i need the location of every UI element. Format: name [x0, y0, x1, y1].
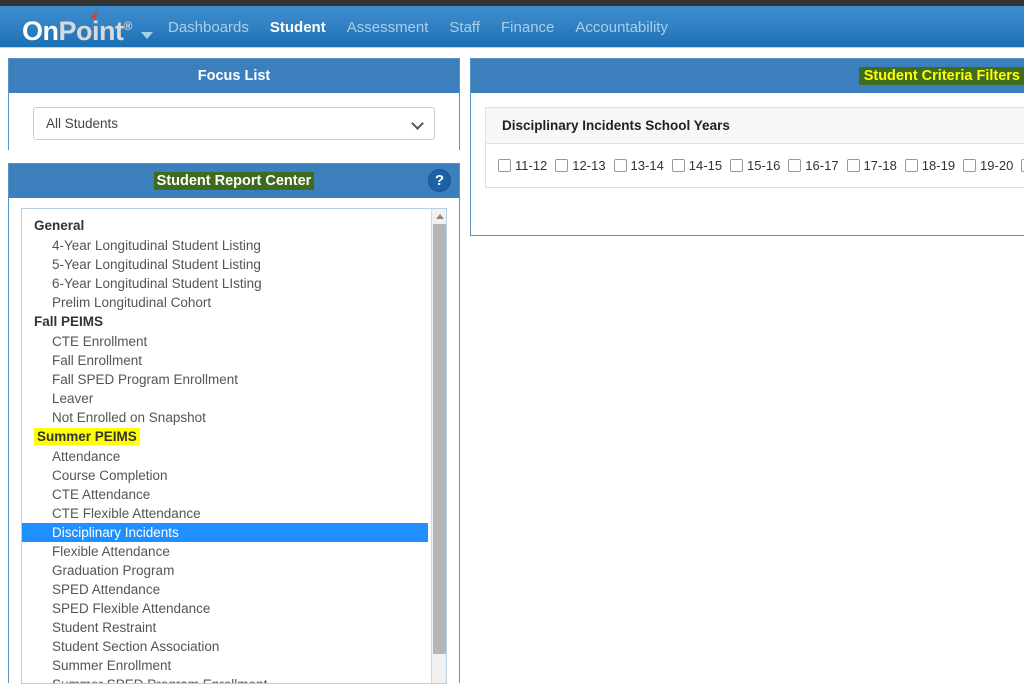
chevron-down-icon[interactable] [140, 32, 153, 39]
report-group-header: Summer PEIMS [22, 427, 446, 447]
report-list-item[interactable]: CTE Attendance [22, 485, 446, 504]
scrollbar-thumb[interactable] [433, 224, 446, 654]
report-group-header: Fall PEIMS [34, 314, 104, 329]
student-criteria-filters-header: Student Criteria Filters [471, 59, 1024, 93]
report-list-item[interactable]: Student Restraint [22, 618, 446, 637]
checkbox-icon[interactable] [730, 159, 744, 172]
report-list-item[interactable]: SPED Flexible Attendance [22, 599, 446, 618]
school-year-checkbox[interactable]: 14-15 [671, 158, 723, 173]
report-list-item[interactable]: Summer Enrollment [22, 656, 446, 675]
student-criteria-filters-body: Disciplinary Incidents School Years 11-1… [471, 93, 1024, 202]
school-years-card-title-text: Disciplinary Incidents School Years [502, 118, 730, 133]
school-year-label: 14-15 [688, 158, 723, 173]
nav-item-staff[interactable]: Staff [449, 19, 480, 36]
report-list-item[interactable]: CTE Flexible Attendance [22, 504, 446, 523]
report-group-label: Summer PEIMS [34, 428, 140, 445]
logo-text-point: Point [58, 16, 125, 46]
chevron-down-icon [411, 117, 424, 130]
report-list-item[interactable]: Summer SPED Program Enrollment [22, 675, 446, 683]
student-report-center-header: Student Report Center ? [9, 164, 459, 198]
focus-list-title: Focus List [197, 68, 271, 84]
checkbox-icon[interactable] [963, 159, 977, 172]
focus-list-select[interactable]: All Students [33, 107, 435, 140]
focus-list-body: All Students [9, 93, 459, 154]
school-years-card: Disciplinary Incidents School Years 11-1… [485, 107, 1024, 188]
focus-list-header: Focus List [9, 59, 459, 93]
logo-text-on: On [22, 16, 59, 46]
report-list-item[interactable]: Graduation Program [22, 561, 446, 580]
checkbox-icon[interactable] [555, 159, 569, 172]
school-year-label: 17-18 [863, 158, 897, 173]
student-report-center-title: Student Report Center [153, 172, 315, 190]
nav-items: Dashboards Student Assessment Staff Fina… [168, 6, 668, 48]
report-list-item[interactable]: Prelim Longitudinal Cohort [22, 293, 446, 312]
report-list-item[interactable]: Student Section Association [22, 637, 446, 656]
scroll-up-arrow-icon[interactable] [432, 209, 446, 223]
logo-registered-mark: ® [123, 19, 133, 33]
school-years-card-title: Disciplinary Incidents School Years [486, 108, 1024, 144]
checkbox-icon[interactable] [498, 159, 511, 172]
school-year-label: 12-13 [572, 158, 606, 173]
school-year-label: 15-16 [747, 158, 781, 173]
nav-item-dashboards[interactable]: Dashboards [168, 19, 249, 36]
nav-item-assessment[interactable]: Assessment [347, 19, 429, 36]
school-year-label: 19-20 [980, 158, 1014, 173]
nav-item-accountability[interactable]: Accountability [575, 19, 668, 36]
student-report-center-body: General 4-Year Longitudinal Student Listi… [9, 198, 459, 684]
report-list-item[interactable]: Fall Enrollment [22, 351, 446, 370]
school-year-checkbox[interactable]: 19-20 [963, 158, 1013, 173]
checkbox-icon[interactable] [846, 159, 860, 172]
report-list-item[interactable]: SPED Attendance [22, 580, 446, 599]
focus-list-selected-value: All Students [46, 116, 119, 131]
report-list-item[interactable]: 5-Year Longitudinal Student Listing [22, 255, 446, 274]
school-year-label: 11-12 [515, 158, 548, 173]
school-year-checkbox[interactable]: 12-13 [555, 158, 606, 173]
school-year-checkbox[interactable]: 11-12 [498, 158, 547, 173]
help-icon[interactable]: ? [428, 169, 451, 192]
student-report-center-panel: Student Report Center ? General 4-Year Lo… [8, 163, 460, 684]
report-list: General 4-Year Longitudinal Student Listi… [21, 208, 447, 684]
school-year-label: 18-19 [921, 158, 956, 173]
school-year-checkbox[interactable]: 18-19 [904, 158, 956, 173]
student-criteria-filters-panel: Student Criteria Filters Disciplinary In… [470, 58, 1024, 236]
checkbox-icon[interactable] [671, 159, 685, 172]
school-years-checkbox-row: 11-12 12-13 13-14 14-15 15-16 16-17 17-18 18-19… [486, 144, 1024, 187]
report-list-item[interactable]: 4-Year Longitudinal Student Listing [22, 236, 446, 255]
checkbox-icon[interactable] [613, 159, 627, 172]
report-list-item[interactable]: Flexible Attendance [22, 542, 446, 561]
nav-item-student[interactable]: Student [270, 19, 326, 36]
nav-item-finance[interactable]: Finance [501, 19, 554, 36]
report-list-item[interactable]: Not Enrolled on Snapshot [22, 408, 446, 427]
report-list-item-selected[interactable]: Disciplinary Incidents [22, 523, 428, 542]
brand-logo[interactable]: OnPoint® [22, 8, 153, 49]
student-criteria-filters-title: Student Criteria Filters [858, 67, 1024, 85]
school-year-checkbox[interactable]: 15-16 [730, 158, 780, 173]
report-group-header: General [34, 218, 85, 233]
report-list-item[interactable]: CTE Enrollment [22, 332, 446, 351]
report-list-item[interactable]: Leaver [22, 389, 446, 408]
school-year-label: 16-17 [805, 158, 839, 173]
school-year-checkbox[interactable]: 16-17 [788, 158, 839, 173]
report-list-item[interactable]: Attendance [22, 447, 446, 466]
school-year-label: 13-14 [630, 158, 664, 173]
focus-list-panel: Focus List All Students [8, 58, 460, 154]
report-list-item[interactable]: 6-Year Longitudinal Student LIsting [22, 274, 446, 293]
school-year-checkbox[interactable]: 13-14 [613, 158, 664, 173]
report-list-item[interactable]: Fall SPED Program Enrollment [22, 370, 446, 389]
report-list-scrollbar[interactable] [431, 209, 446, 683]
checkbox-icon[interactable] [788, 159, 802, 172]
school-year-checkbox[interactable]: 17-18 [846, 158, 897, 173]
report-list-item[interactable]: Course Completion [22, 466, 446, 485]
main-navbar: OnPoint® Dashboards Student Assessment S… [0, 6, 1024, 48]
checkbox-icon[interactable] [904, 159, 918, 172]
